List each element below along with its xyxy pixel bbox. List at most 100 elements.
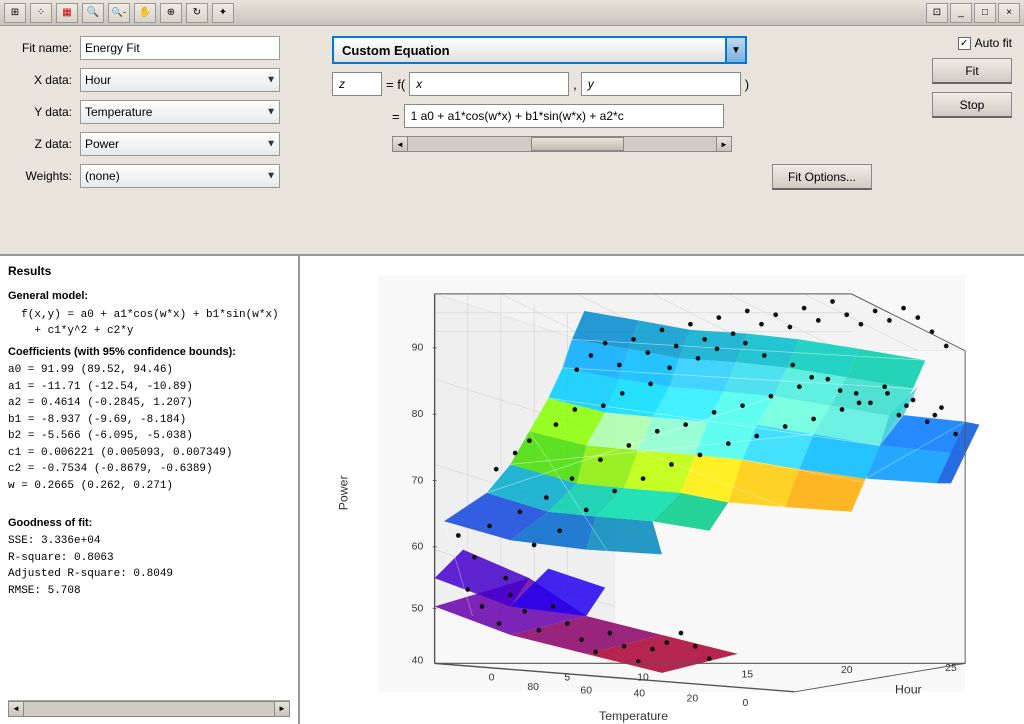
results-scroll-right-button[interactable]: ► <box>274 701 290 717</box>
formula-scroll-left-button[interactable]: ◄ <box>392 136 408 152</box>
autofit-label: Auto fit <box>975 36 1012 50</box>
y-data-select[interactable]: Temperature <box>80 100 280 124</box>
svg-text:20: 20 <box>687 693 699 704</box>
autofit-checkbox[interactable]: ✓ <box>958 37 971 50</box>
equation-type-select[interactable]: Custom Equation <box>332 36 727 64</box>
svg-text:80: 80 <box>527 682 539 693</box>
right-panel: ✓ Auto fit Fit Stop <box>892 36 1012 244</box>
zoom-in-icon[interactable]: 🔍 <box>82 3 104 23</box>
general-model-label: General model: <box>8 288 290 305</box>
z-data-select-wrapper: Power ▼ <box>80 132 280 156</box>
svg-text:50: 50 <box>412 603 424 614</box>
window-controls: ⊡ _ □ × <box>926 3 1020 23</box>
left-form: Fit name: X data: Hour ▼ Y data: Tempera… <box>12 36 312 244</box>
x-data-select-wrapper: Hour ▼ <box>80 68 280 92</box>
chart-svg: 90 80 70 60 50 40 Power 0 20 40 60 80 <box>300 256 1024 724</box>
scatter-icon[interactable]: ⁘ <box>30 3 52 23</box>
adj-rsquare-value: Adjusted R-square: 0.8049 <box>8 566 290 583</box>
zoom-out-icon[interactable]: 🔍- <box>108 3 130 23</box>
formula-scroll-right-button[interactable]: ► <box>716 136 732 152</box>
close-button[interactable]: × <box>998 3 1020 23</box>
results-scroll-left-button[interactable]: ◄ <box>8 701 24 717</box>
grid-icon[interactable]: ⊞ <box>4 3 26 23</box>
svg-text:5: 5 <box>564 672 570 683</box>
z-data-row: Z data: Power ▼ <box>12 132 312 156</box>
formula-equals-label: = <box>392 109 400 124</box>
y-data-label: Y data: <box>12 105 72 119</box>
coeff-a0: a0 = 91.99 (89.52, 94.46) <box>8 362 290 379</box>
x-data-select[interactable]: Hour <box>80 68 280 92</box>
equation-dropdown-wrapper: Custom Equation ▼ <box>332 36 747 64</box>
equation-panel: Custom Equation ▼ z = f( x , y ) = 1 a0 … <box>332 36 872 244</box>
formula-scroll-track[interactable] <box>408 136 716 152</box>
equation-dropdown-arrow-icon[interactable]: ▼ <box>727 36 747 64</box>
chart-panel: 90 80 70 60 50 40 Power 0 20 40 60 80 <box>300 256 1024 724</box>
fit-name-input[interactable] <box>80 36 280 60</box>
close-paren-label: ) <box>745 77 749 92</box>
equation-type-row: Custom Equation ▼ <box>332 36 872 64</box>
svg-text:15: 15 <box>741 670 753 681</box>
coeff-c2: c2 = -0.7534 (-0.8679, -0.6389) <box>8 461 290 478</box>
coeff-a1: a1 = -11.71 (-12.54, -10.89) <box>8 379 290 396</box>
pan-icon[interactable]: ✋ <box>134 3 156 23</box>
z-data-select[interactable]: Power <box>80 132 280 156</box>
x-var-label: x <box>416 77 422 91</box>
rotate-icon[interactable]: ↻ <box>186 3 208 23</box>
svg-text:Temperature: Temperature <box>599 709 668 723</box>
svg-text:60: 60 <box>412 542 424 553</box>
results-title: Results <box>8 264 290 278</box>
formula-scrollbar: ◄ ► <box>392 136 732 152</box>
svg-text:60: 60 <box>580 686 592 697</box>
formula-scroll-thumb[interactable] <box>531 137 623 151</box>
maximize-button[interactable]: □ <box>974 3 996 23</box>
equation-formula-row: = 1 a0 + a1*cos(w*x) + b1*sin(w*x) + a2*… <box>392 104 872 128</box>
svg-text:40: 40 <box>633 689 645 700</box>
colormap-icon[interactable]: ▦ <box>56 3 78 23</box>
insert-data-icon[interactable]: ✦ <box>212 3 234 23</box>
top-panel: Fit name: X data: Hour ▼ Y data: Tempera… <box>0 26 1024 256</box>
weights-label: Weights: <box>12 169 72 183</box>
general-model-text: f(x,y) = a0 + a1*cos(w*x) + b1*sin(w*x) … <box>8 307 290 340</box>
svg-text:80: 80 <box>412 409 424 420</box>
stop-button[interactable]: Stop <box>932 92 1012 118</box>
z-data-label: Z data: <box>12 137 72 151</box>
coefficients-label: Coefficients (with 95% confidence bounds… <box>8 344 290 361</box>
y-data-select-wrapper: Temperature ▼ <box>80 100 280 124</box>
goodness-label: Goodness of fit: <box>8 515 290 532</box>
fit-name-row: Fit name: <box>12 36 312 60</box>
coeff-a2: a2 = 0.4614 (-0.2845, 1.207) <box>8 395 290 412</box>
y-var-label: y <box>588 77 594 91</box>
bottom-section: Results General model: f(x,y) = a0 + a1*… <box>0 256 1024 724</box>
restore-button[interactable]: ⊡ <box>926 3 948 23</box>
fit-button[interactable]: Fit <box>932 58 1012 84</box>
autofit-row: ✓ Auto fit <box>958 36 1012 50</box>
data-cursor-icon[interactable]: ⊕ <box>160 3 182 23</box>
fit-name-label: Fit name: <box>12 41 72 55</box>
x-variable-box[interactable]: x <box>409 72 569 96</box>
x-data-label: X data: <box>12 73 72 87</box>
coeff-b2: b2 = -5.566 (-6.095, -5.038) <box>8 428 290 445</box>
x-data-row: X data: Hour ▼ <box>12 68 312 92</box>
toolbar: ⊞ ⁘ ▦ 🔍 🔍- ✋ ⊕ ↻ ✦ <box>4 3 234 23</box>
main-content: Fit name: X data: Hour ▼ Y data: Tempera… <box>0 26 1024 724</box>
rmse-value: RMSE: 5.708 <box>8 583 290 600</box>
fit-options-button[interactable]: Fit Options... <box>772 164 872 190</box>
rsquare-value: R-square: 0.8063 <box>8 550 290 567</box>
svg-text:Hour: Hour <box>895 683 922 697</box>
z-variable-box[interactable]: z <box>332 72 382 96</box>
svg-text:10: 10 <box>637 672 649 683</box>
weights-select-wrapper: (none) ▼ <box>80 164 280 188</box>
sse-value: SSE: 3.336e+04 <box>8 533 290 550</box>
coeff-w: w = 0.2665 (0.262, 0.271) <box>8 478 290 495</box>
weights-select[interactable]: (none) <box>80 164 280 188</box>
comma-label: , <box>573 77 577 92</box>
y-variable-box[interactable]: y <box>581 72 741 96</box>
formula-box[interactable]: 1 a0 + a1*cos(w*x) + b1*sin(w*x) + a2*c <box>404 104 724 128</box>
results-scrollbar: ◄ ► <box>8 700 290 716</box>
svg-text:25: 25 <box>945 663 957 674</box>
svg-text:0: 0 <box>742 698 748 709</box>
y-data-row: Y data: Temperature ▼ <box>12 100 312 124</box>
minimize-button[interactable]: _ <box>950 3 972 23</box>
svg-text:Power: Power <box>336 475 350 510</box>
results-scroll-track[interactable] <box>24 701 274 717</box>
